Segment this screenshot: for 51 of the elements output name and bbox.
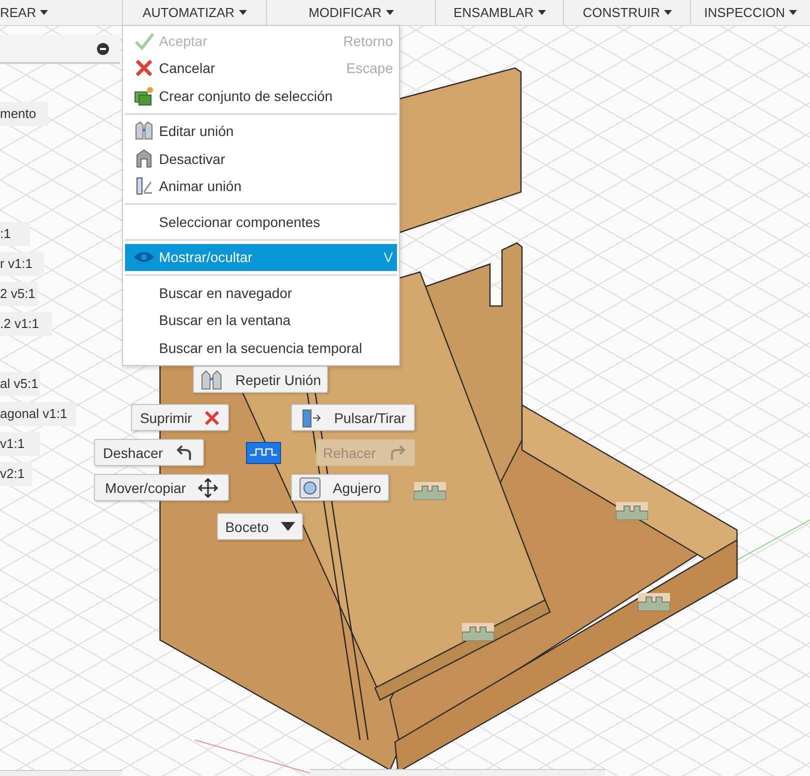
component-label[interactable]: v2:1 [0, 462, 32, 486]
marking-menu-button[interactable]: Agujero [291, 474, 389, 501]
menu-item[interactable]: Animar unión [125, 172, 397, 200]
menu-item[interactable]: Buscar en navegador [125, 279, 397, 306]
menu-item[interactable]: Desactivar [125, 145, 397, 172]
joint-icon [134, 121, 154, 142]
component-label[interactable]: .2 v1:1 [0, 312, 52, 336]
joint-icon[interactable] [638, 593, 670, 611]
menu-item[interactable]: Cancelar Escape [125, 54, 397, 82]
menu-item[interactable]: Editar unión [125, 118, 397, 145]
collapse-icon[interactable] [97, 43, 109, 55]
checkmark-icon [134, 32, 154, 50]
shortcut-label: Escape [346, 60, 393, 76]
shortcut-label: Retorno [343, 32, 393, 49]
component-label[interactable]: v1:1 [0, 432, 40, 456]
marking-menu-button[interactable]: Boceto [217, 513, 303, 540]
toolbar-menu[interactable]: REAR [0, 0, 123, 25]
marking-menu-button[interactable]: Deshacer [94, 439, 204, 466]
menu-item[interactable]: Seleccionar componentes [125, 208, 397, 236]
joint-icon[interactable] [462, 623, 494, 641]
eye-icon [133, 250, 155, 264]
menu-item[interactable]: Buscar en la secuencia temporal [125, 334, 397, 362]
joint-icon[interactable] [414, 482, 446, 500]
move-icon [198, 478, 218, 498]
marking-menu-button[interactable]: Mover/copiar [94, 474, 229, 501]
component-label[interactable]: al v5:1 [0, 372, 40, 396]
close-icon [134, 58, 154, 78]
toolbar-menu[interactable]: INSPECCION [691, 0, 810, 25]
toolbar-menu[interactable]: ENSAMBLAR [436, 0, 564, 25]
animate-joint-icon [134, 176, 154, 196]
close-icon [204, 410, 220, 426]
component-label[interactable]: 2 v5:1 [0, 282, 38, 306]
joint-icon[interactable] [247, 443, 280, 463]
component-label[interactable]: mento [0, 102, 48, 126]
joint-icon[interactable] [616, 502, 648, 520]
hole-icon [298, 476, 321, 498]
selection-set-icon [134, 86, 154, 106]
joint-icon [134, 148, 154, 169]
caret-icon [280, 522, 295, 532]
shortcut-label: V [384, 249, 393, 266]
menu-item[interactable]: Buscar en la ventana [125, 306, 397, 334]
menu-item[interactable]: Crear conjunto de selección [125, 82, 397, 110]
joint-icon [200, 370, 224, 390]
marking-menu-button[interactable]: Suprimir [131, 404, 229, 431]
marking-menu-button[interactable]: Pulsar/Tirar [291, 404, 415, 431]
component-label[interactable]: r v1:1 [0, 252, 44, 276]
press-pull-icon [300, 408, 322, 428]
component-label[interactable]: agonal v1:1 [0, 402, 76, 426]
toolbar-menu[interactable]: CONSTRUIR [564, 0, 692, 25]
component-label[interactable]: :1 [0, 222, 30, 246]
marking-menu-button[interactable]: Repetir Unión [193, 366, 328, 393]
